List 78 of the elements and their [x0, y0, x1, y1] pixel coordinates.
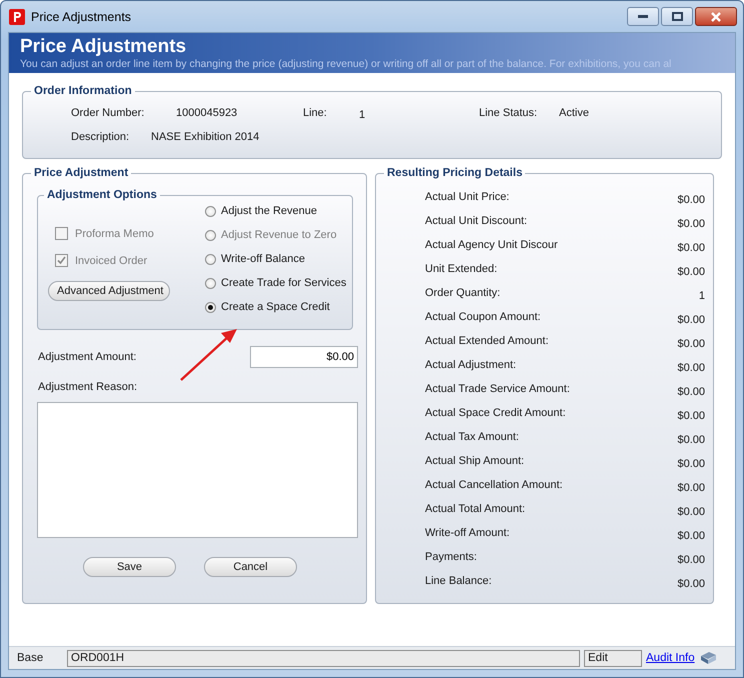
- detail-value: $0.00: [676, 482, 705, 494]
- advanced-adjustment-button[interactable]: Advanced Adjustment: [48, 281, 170, 301]
- panel-legend: Order Information: [31, 85, 135, 97]
- detail-value: 1: [698, 290, 705, 302]
- field-value: 1000045923: [176, 107, 238, 119]
- window-title: Price Adjustments: [31, 10, 132, 24]
- detail-value: $0.00: [676, 314, 705, 326]
- dialog-button[interactable]: Save: [83, 557, 176, 577]
- detail-label: Actual Unit Discount:: [425, 215, 528, 227]
- detail-label: Line Balance:: [425, 575, 493, 587]
- detail-value: $0.00: [676, 386, 705, 398]
- minimize-button[interactable]: [627, 7, 659, 26]
- radio-label: Adjust the Revenue: [221, 205, 318, 217]
- field-label: Order Number:: [71, 107, 146, 119]
- detail-value: $0.00: [676, 530, 705, 542]
- adjustment-reason-field[interactable]: [37, 402, 358, 538]
- minimize-icon: [638, 14, 648, 18]
- detail-label: Unit Extended:: [425, 263, 498, 275]
- field-label: Description:: [71, 131, 130, 143]
- detail-value: $0.00: [676, 194, 705, 206]
- detail-value: $0.00: [676, 578, 705, 590]
- field-label: Line:: [303, 107, 328, 119]
- maximize-icon: [672, 12, 682, 21]
- radio-label: Create Trade for Services: [221, 277, 346, 289]
- radio-button[interactable]: [205, 206, 216, 216]
- radio-label: Write-off Balance: [221, 253, 305, 265]
- field-value: NASE Exhibition 2014: [151, 131, 260, 143]
- detail-label: Actual Extended Amount:: [425, 335, 550, 347]
- panel-legend: Adjustment Options: [44, 189, 160, 201]
- detail-value: $0.00: [676, 410, 705, 422]
- form-code-field: ORD001H: [67, 650, 580, 666]
- radio-button[interactable]: [205, 302, 216, 312]
- detail-label: Actual Adjustment:: [425, 359, 518, 371]
- field-value: 1: [359, 108, 366, 120]
- radio-label: Adjust Revenue to Zero: [221, 229, 337, 241]
- detail-value: $0.00: [676, 218, 705, 230]
- detail-label: Actual Unit Price:: [425, 191, 510, 203]
- checkbox-label: Invoiced Order: [75, 254, 148, 266]
- field-label: Adjustment Amount:: [38, 351, 136, 363]
- field-value: Active: [559, 107, 589, 119]
- detail-label: Actual Cancellation Amount:: [425, 479, 564, 491]
- detail-value: $0.00: [676, 458, 705, 470]
- field-label: Line Status:: [479, 107, 538, 119]
- detail-label: Actual Space Credit Amount:: [425, 407, 567, 419]
- detail-value: $0.00: [676, 242, 705, 254]
- detail-label: Order Quantity:: [425, 287, 502, 299]
- field-label: Adjustment Reason:: [38, 381, 138, 393]
- connection-icon: [698, 651, 717, 665]
- detail-label: Actual Agency Unit Discour: [425, 239, 559, 251]
- adjustment-amount-field[interactable]: $0.00: [250, 346, 358, 368]
- detail-label: Payments:: [425, 551, 478, 563]
- detail-label: Write-off Amount:: [425, 527, 511, 539]
- app-icon: [9, 8, 25, 24]
- close-button[interactable]: [695, 7, 737, 26]
- radio-label: Create a Space Credit: [221, 301, 330, 313]
- maximize-button[interactable]: [661, 7, 693, 26]
- detail-label: Actual Coupon Amount:: [425, 311, 542, 323]
- detail-value: $0.00: [676, 362, 705, 374]
- dialog-button[interactable]: Cancel: [204, 557, 297, 577]
- panel-legend: Price Adjustment: [31, 167, 132, 179]
- panel-legend: Resulting Pricing Details: [384, 167, 526, 179]
- detail-label: Actual Trade Service Amount:: [425, 383, 571, 395]
- detail-label: Actual Tax Amount:: [425, 431, 520, 443]
- checkbox-label: Proforma Memo: [75, 228, 154, 240]
- detail-value: $0.00: [676, 266, 705, 278]
- detail-value: $0.00: [676, 338, 705, 350]
- mode-field: Edit: [584, 650, 642, 666]
- detail-value: $0.00: [676, 554, 705, 566]
- detail-value: $0.00: [676, 434, 705, 446]
- status-label: Base: [16, 652, 44, 664]
- close-icon: [710, 12, 722, 22]
- radio-button[interactable]: [205, 254, 216, 264]
- detail-label: Actual Ship Amount:: [425, 455, 526, 467]
- radio-button[interactable]: [205, 278, 216, 288]
- header-title: Price Adjustments: [20, 36, 188, 58]
- detail-value: $0.00: [676, 506, 705, 518]
- detail-label: Actual Total Amount:: [425, 503, 526, 515]
- audit-info-link[interactable]: Audit Info: [646, 652, 695, 664]
